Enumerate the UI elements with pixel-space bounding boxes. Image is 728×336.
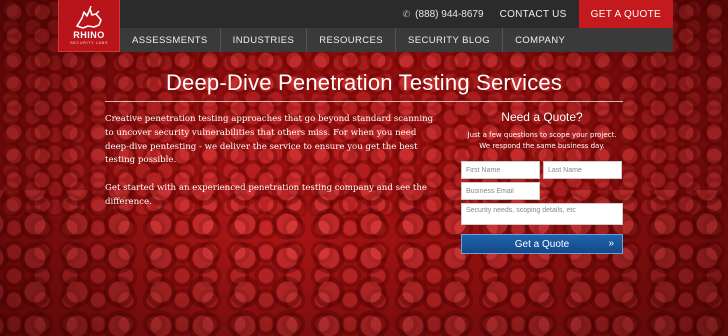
phone-link[interactable]: ✆ (888) 944-8679	[403, 9, 484, 20]
get-a-quote-button[interactable]: GET A QUOTE	[578, 0, 673, 28]
business-email-field[interactable]	[461, 182, 540, 200]
nav-item-resources[interactable]: RESOURCES	[307, 28, 396, 52]
rhino-icon	[76, 6, 102, 29]
form-subtitle-line-2: We respond the same business day.	[479, 141, 605, 150]
phone-icon: ✆	[402, 8, 411, 19]
first-name-field[interactable]	[461, 161, 540, 179]
quote-form: Need a Quote? Just a few questions to sc…	[461, 110, 623, 254]
main-nav: ASSESSMENTS INDUSTRIES RESOURCES SECURIT…	[120, 28, 673, 52]
contact-us-link[interactable]: CONTACT US	[500, 9, 567, 20]
double-chevron-right-icon: »	[608, 238, 614, 249]
nav-item-industries[interactable]: INDUSTRIES	[221, 28, 308, 52]
last-name-field[interactable]	[543, 161, 622, 179]
phone-number: (888) 944-8679	[415, 8, 484, 20]
title-divider	[105, 101, 623, 102]
security-needs-field[interactable]	[461, 203, 623, 225]
top-utility-bar: ✆ (888) 944-8679 CONTACT US GET A QUOTE	[120, 0, 673, 28]
logo-brand-text: RHINO	[73, 30, 105, 40]
name-row	[461, 161, 623, 179]
form-subtitle: Just a few questions to scope your proje…	[461, 130, 623, 151]
logo-subtext: SECURITY LABS	[70, 40, 108, 45]
email-row	[461, 182, 623, 200]
nav-item-company[interactable]: COMPANY	[503, 28, 577, 52]
intro-paragraph-1: Creative penetration testing approaches …	[105, 114, 434, 166]
submit-label: Get a Quote	[514, 238, 570, 250]
rhino-logo[interactable]: RHINO SECURITY LABS	[58, 0, 120, 52]
page-title: Deep-Dive Penetration Testing Services	[165, 70, 563, 95]
form-title: Need a Quote?	[501, 110, 583, 124]
intro-text: Creative penetration testing approaches …	[105, 113, 440, 210]
intro-paragraph-2: Get started with an experienced penetrat…	[105, 183, 427, 207]
nav-item-assessments[interactable]: ASSESSMENTS	[120, 28, 221, 52]
form-subtitle-line-1: Just a few questions to scope your proje…	[467, 131, 617, 139]
get-a-quote-submit-button[interactable]: Get a Quote »	[461, 234, 623, 254]
nav-item-security-blog[interactable]: SECURITY BLOG	[396, 28, 504, 52]
